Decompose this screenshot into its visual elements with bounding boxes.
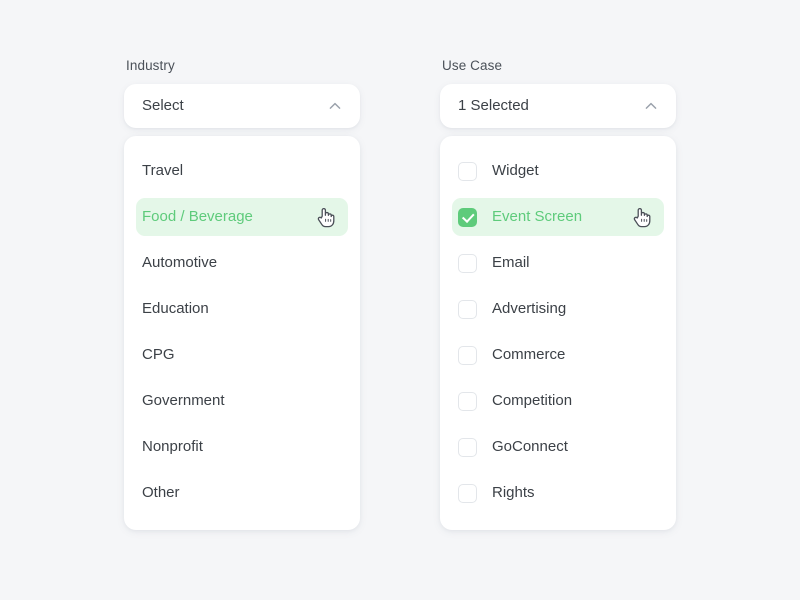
option-label: Competition xyxy=(492,392,573,409)
checkbox-unchecked-icon[interactable] xyxy=(458,161,477,181)
dropdown-demo-stage: Industry Select Travel Food / Beverage Aut… xyxy=(0,0,800,600)
industry-field-label: Industry xyxy=(126,58,175,73)
option-row[interactable]: Event Screen xyxy=(452,198,664,236)
checkbox-checked-icon[interactable] xyxy=(458,207,477,227)
option-row[interactable]: Rights xyxy=(452,474,664,512)
option-label: Commerce xyxy=(492,346,566,363)
option-row[interactable]: CPG xyxy=(136,336,348,374)
option-label: Government xyxy=(142,392,225,409)
option-row[interactable]: Government xyxy=(136,382,348,420)
option-label: Other xyxy=(142,484,180,501)
hand-pointer-cursor-icon xyxy=(316,206,336,229)
chevron-up-icon[interactable] xyxy=(644,99,658,113)
hand-pointer-cursor-icon xyxy=(632,206,652,229)
usecase-column: Use Case 1 Selected Widget Event Screen Em… xyxy=(440,58,676,530)
option-row[interactable]: Nonprofit xyxy=(136,428,348,466)
industry-select-value: Select xyxy=(142,97,184,114)
option-row[interactable]: Widget xyxy=(452,152,664,190)
option-label: Email xyxy=(492,254,530,271)
checkbox-unchecked-icon[interactable] xyxy=(458,253,477,273)
option-label: Food / Beverage xyxy=(142,208,253,225)
option-row[interactable]: Email xyxy=(452,244,664,282)
option-row[interactable]: Travel xyxy=(136,152,348,190)
usecase-select-header[interactable]: 1 Selected xyxy=(440,84,676,128)
option-label: GoConnect xyxy=(492,438,568,455)
option-label: Automotive xyxy=(142,254,218,271)
checkbox-unchecked-icon[interactable] xyxy=(458,483,477,503)
option-label: Widget xyxy=(492,162,539,179)
option-label: Travel xyxy=(142,162,184,179)
option-label: Education xyxy=(142,300,209,317)
checkbox-unchecked-icon[interactable] xyxy=(458,437,477,457)
industry-dropdown-panel: Travel Food / Beverage Automotive Education… xyxy=(124,136,360,530)
option-row[interactable]: Other xyxy=(136,474,348,512)
option-label: Rights xyxy=(492,484,535,501)
usecase-dropdown-panel: Widget Event Screen Email Advertising Commer… xyxy=(440,136,676,530)
option-label: Advertising xyxy=(492,300,567,317)
option-row[interactable]: Food / Beverage xyxy=(136,198,348,236)
option-row[interactable]: GoConnect xyxy=(452,428,664,466)
option-label: CPG xyxy=(142,346,175,363)
option-row[interactable]: Commerce xyxy=(452,336,664,374)
option-row[interactable]: Education xyxy=(136,290,348,328)
usecase-field-label: Use Case xyxy=(442,58,503,73)
checkbox-unchecked-icon[interactable] xyxy=(458,391,477,411)
option-row[interactable]: Competition xyxy=(452,382,664,420)
option-row[interactable]: Automotive xyxy=(136,244,348,282)
option-row[interactable]: Advertising xyxy=(452,290,664,328)
usecase-select-value: 1 Selected xyxy=(458,97,529,114)
industry-select-header[interactable]: Select xyxy=(124,84,360,128)
checkbox-unchecked-icon[interactable] xyxy=(458,299,477,319)
option-label: Nonprofit xyxy=(142,438,203,455)
chevron-up-icon[interactable] xyxy=(328,99,342,113)
industry-column: Industry Select Travel Food / Beverage Aut… xyxy=(124,58,360,530)
option-label: Event Screen xyxy=(492,208,583,225)
checkbox-unchecked-icon[interactable] xyxy=(458,345,477,365)
